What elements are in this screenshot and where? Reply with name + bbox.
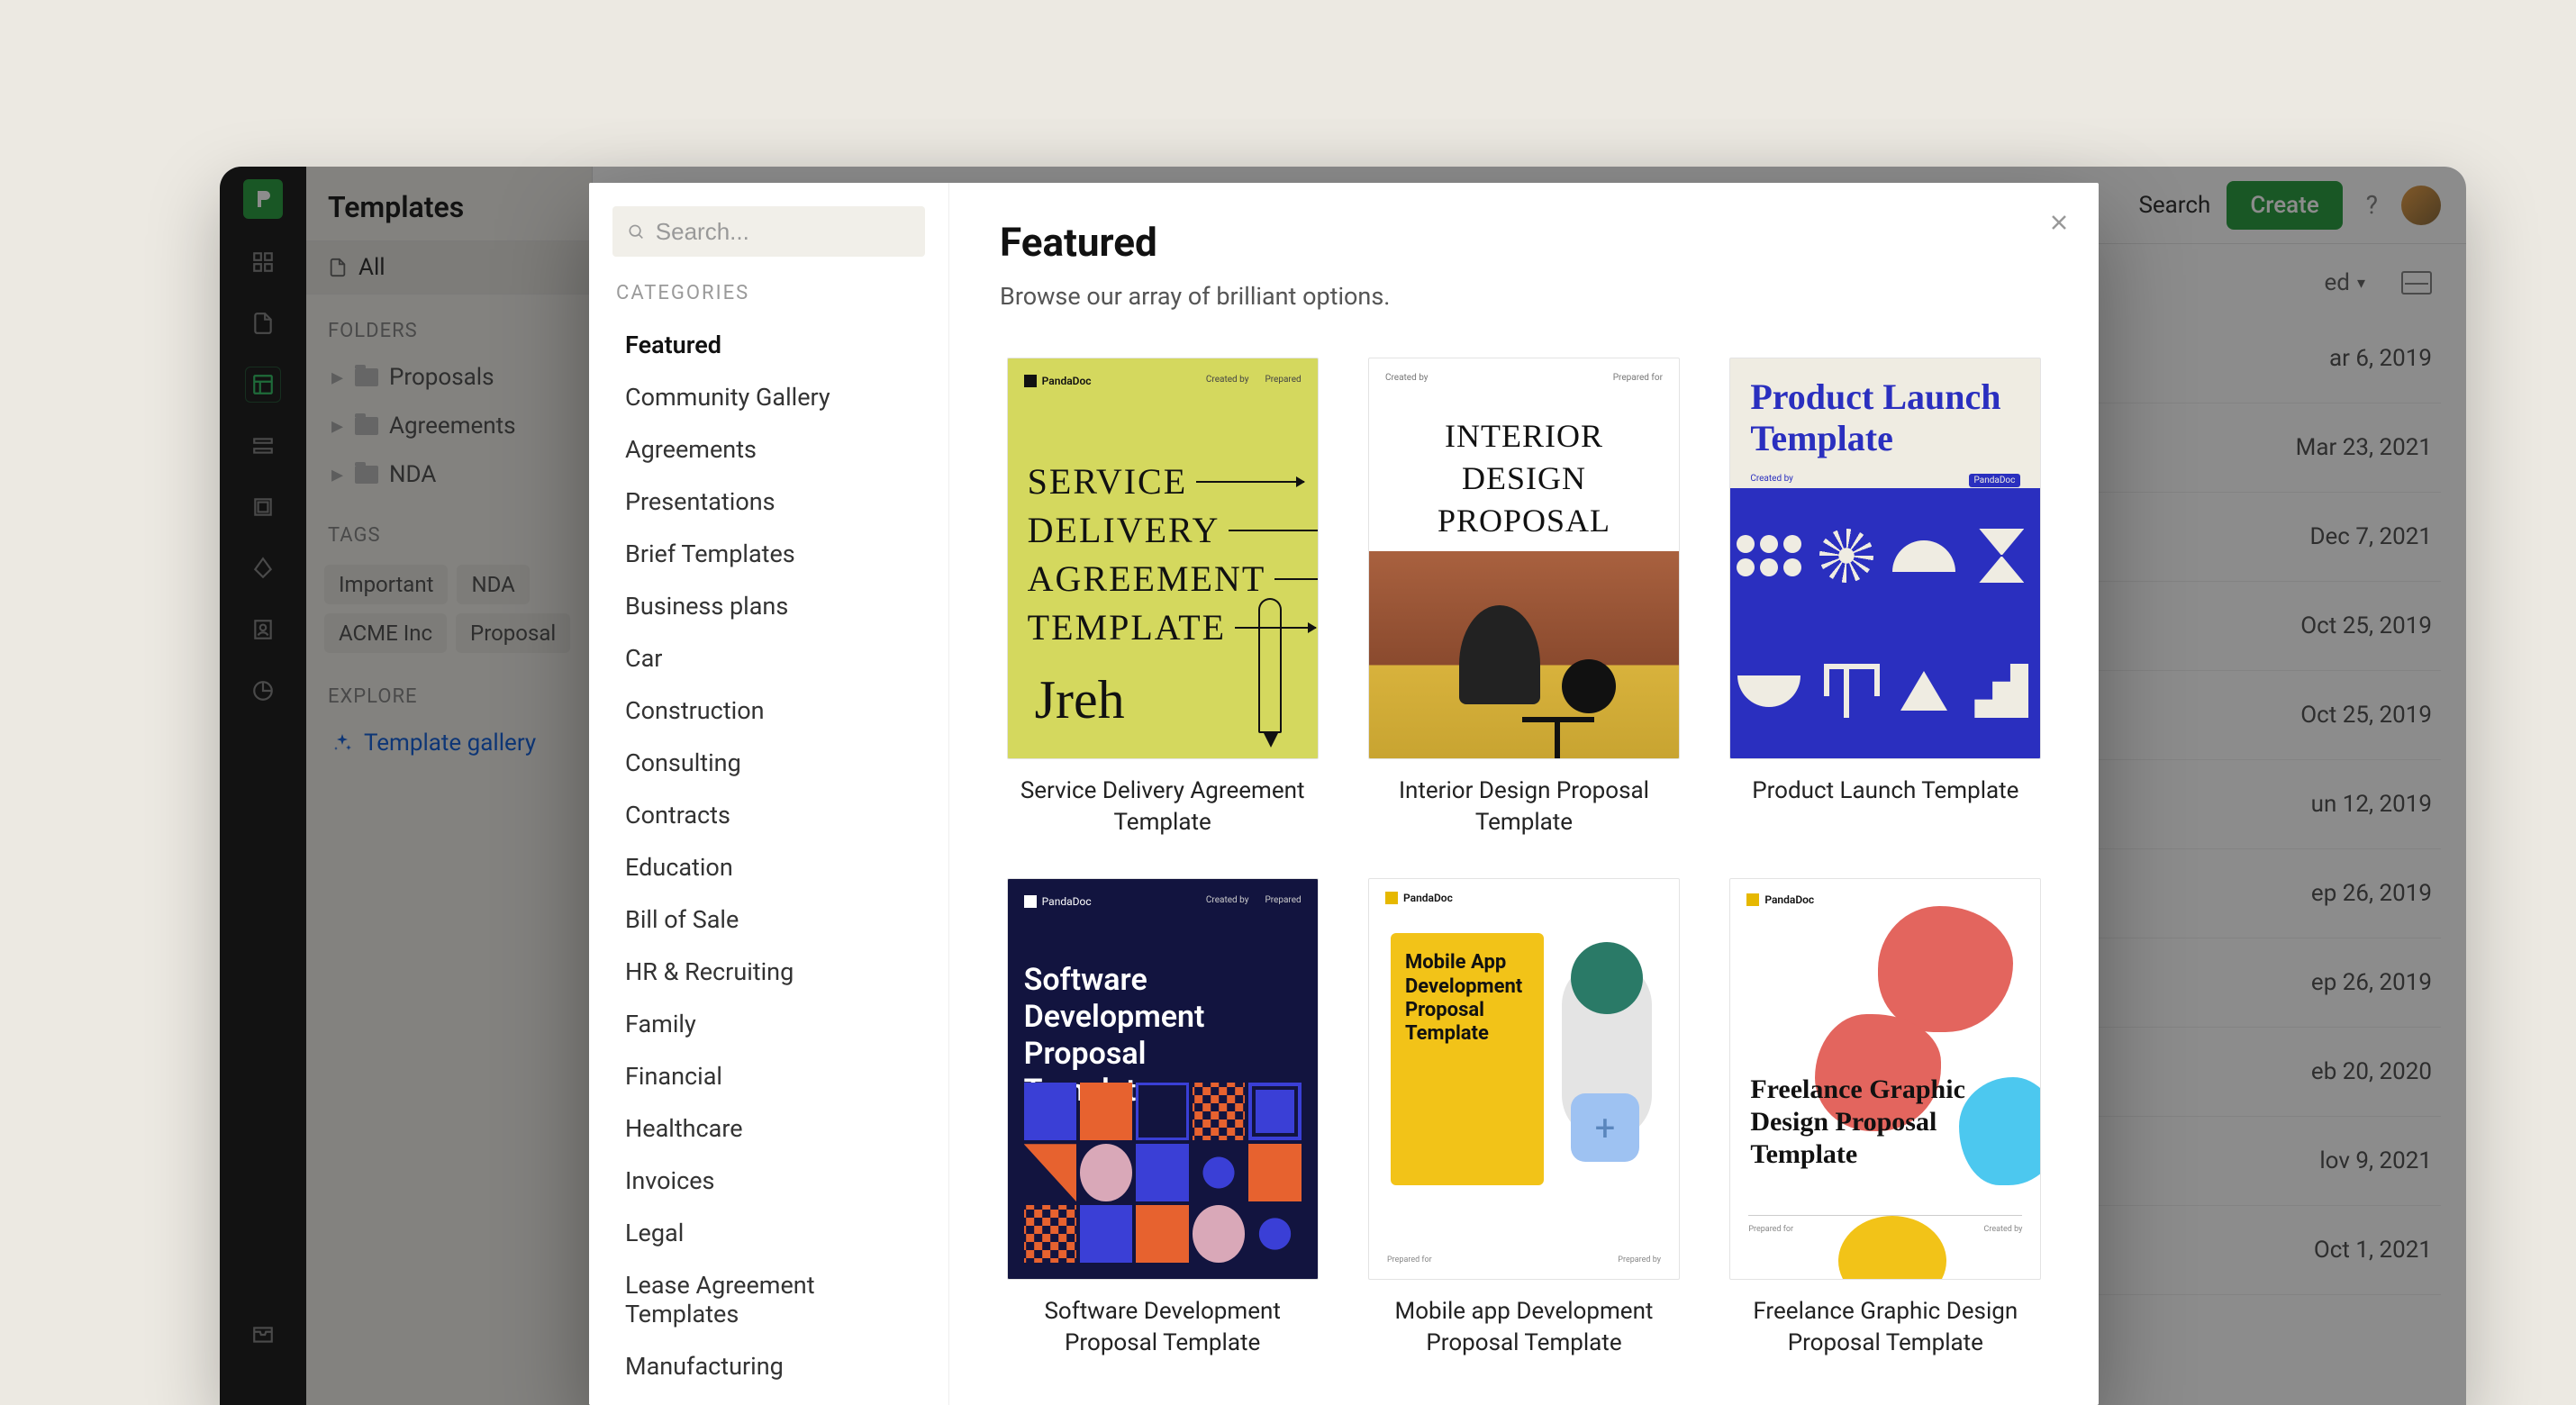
template-card[interactable]: PandaDoc Mobile App Development Proposal… — [1361, 878, 1686, 1359]
category-bill-of-sale[interactable]: Bill of Sale — [589, 893, 948, 946]
modal-sidebar: CATEGORIES Featured Community Gallery Ag… — [589, 183, 949, 1405]
category-financial[interactable]: Financial — [589, 1050, 948, 1102]
template-card[interactable]: PandaDoc Freelance Graphic Design Propos… — [1723, 878, 2048, 1359]
template-thumbnail: Created byPrepared for INTERIOR DESIGN P… — [1368, 358, 1680, 759]
search-input[interactable] — [656, 218, 911, 246]
template-title: Software Development Proposal Template — [1019, 1296, 1307, 1359]
template-thumbnail: PandaDoc Created byPrepared SERVICE DELI… — [1007, 358, 1319, 759]
template-grid: PandaDoc Created byPrepared SERVICE DELI… — [1000, 358, 2048, 1359]
template-card[interactable]: PandaDoc Created byPrepared Software Dev… — [1000, 878, 1325, 1359]
template-thumbnail: PandaDoc Created byPrepared Software Dev… — [1007, 878, 1319, 1280]
template-card[interactable]: Product Launch Template Created byPandaD… — [1723, 358, 2048, 838]
category-car[interactable]: Car — [589, 632, 948, 684]
categories-label: CATEGORIES — [589, 276, 948, 319]
template-gallery-modal: CATEGORIES Featured Community Gallery Ag… — [589, 183, 2099, 1405]
template-card[interactable]: Created byPrepared for INTERIOR DESIGN P… — [1361, 358, 1686, 838]
template-title: Service Delivery Agreement Template — [1019, 775, 1307, 838]
template-thumbnail: PandaDoc Mobile App Development Proposal… — [1368, 878, 1680, 1280]
category-legal[interactable]: Legal — [589, 1207, 948, 1259]
template-title: Interior Design Proposal Template — [1380, 775, 1668, 838]
search-icon — [627, 222, 645, 241]
category-manufacturing[interactable]: Manufacturing — [589, 1340, 948, 1392]
category-presentations[interactable]: Presentations — [589, 476, 948, 528]
search-box[interactable] — [612, 206, 925, 257]
modal-heading: Featured — [1000, 219, 2048, 266]
template-thumbnail: Product Launch Template Created byPandaD… — [1729, 358, 2041, 759]
category-featured[interactable]: Featured — [589, 319, 948, 371]
category-consulting[interactable]: Consulting — [589, 737, 948, 789]
category-brief-templates[interactable]: Brief Templates — [589, 528, 948, 580]
template-title: Product Launch Template — [1752, 775, 2018, 807]
template-card[interactable]: PandaDoc Created byPrepared SERVICE DELI… — [1000, 358, 1325, 838]
category-invoices[interactable]: Invoices — [589, 1155, 948, 1207]
category-contracts[interactable]: Contracts — [589, 789, 948, 841]
category-healthcare[interactable]: Healthcare — [589, 1102, 948, 1155]
template-title: Freelance Graphic Design Proposal Templa… — [1741, 1296, 2029, 1359]
close-button[interactable] — [2043, 206, 2075, 239]
category-community-gallery[interactable]: Community Gallery — [589, 371, 948, 423]
category-hr-recruiting[interactable]: HR & Recruiting — [589, 946, 948, 998]
template-thumbnail: PandaDoc Freelance Graphic Design Propos… — [1729, 878, 2041, 1280]
category-business-plans[interactable]: Business plans — [589, 580, 948, 632]
category-list: Featured Community Gallery Agreements Pr… — [589, 319, 948, 1405]
category-education[interactable]: Education — [589, 841, 948, 893]
modal-subheading: Browse our array of brilliant options. — [1000, 282, 2048, 311]
category-marketing[interactable]: Marketing — [589, 1392, 948, 1405]
category-construction[interactable]: Construction — [589, 684, 948, 737]
template-title: Mobile app Development Proposal Template — [1380, 1296, 1668, 1359]
category-lease-agreement[interactable]: Lease Agreement Templates — [589, 1259, 948, 1340]
category-family[interactable]: Family — [589, 998, 948, 1050]
modal-main: Featured Browse our array of brilliant o… — [949, 183, 2099, 1405]
category-agreements[interactable]: Agreements — [589, 423, 948, 476]
